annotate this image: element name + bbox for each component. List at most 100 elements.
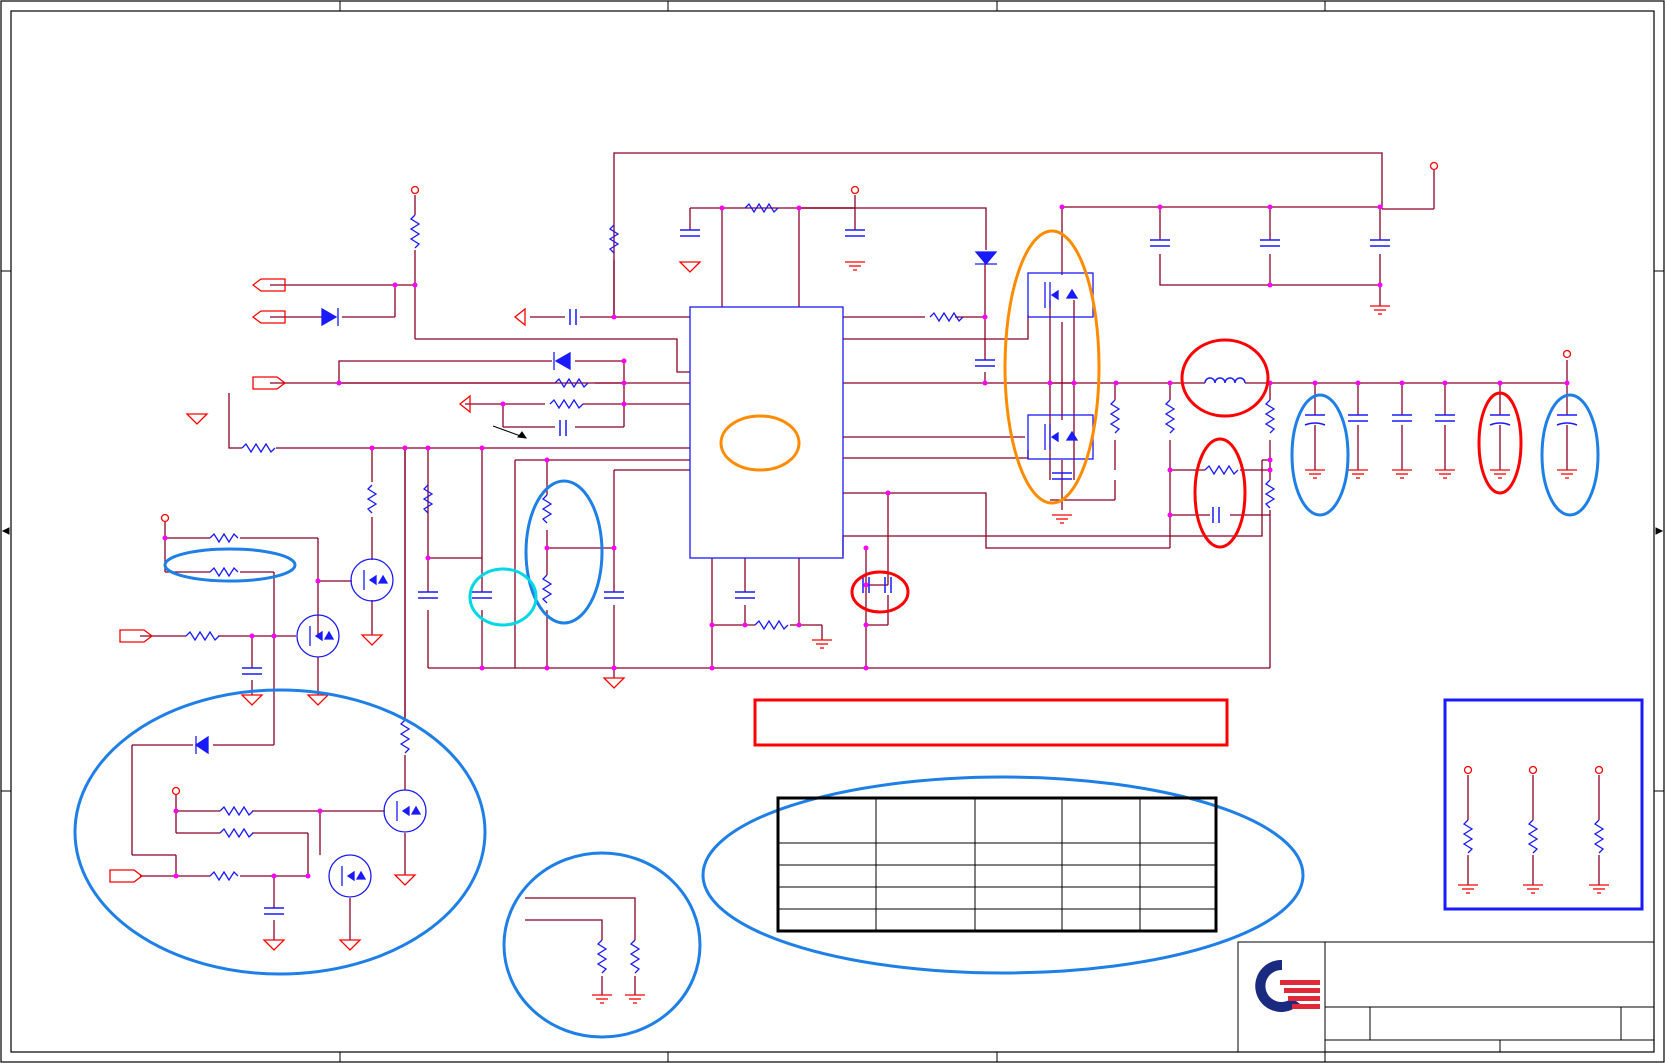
config-table	[776, 796, 1218, 933]
ground-symbol	[1490, 469, 1510, 479]
resistor-symbol	[209, 566, 239, 578]
resistor-symbol	[1593, 819, 1605, 854]
capacitor-symbol	[569, 309, 577, 325]
ground-symbol	[1435, 469, 1455, 479]
power-pin	[1463, 765, 1473, 775]
resistor-symbol	[754, 619, 789, 631]
ground-symbol	[1348, 469, 1368, 479]
resistor-symbol	[596, 939, 608, 974]
capacitor-symbol	[418, 591, 438, 599]
capacitor-symbol	[1212, 507, 1220, 523]
sheet-frame	[0, 0, 1665, 1063]
resistor-symbol	[541, 494, 553, 524]
ground-symbol	[1523, 884, 1543, 894]
high-side-mosfet	[1027, 272, 1094, 318]
highlight-orange-ic	[719, 414, 801, 472]
power-pin	[410, 185, 420, 195]
junctions	[162, 204, 1570, 879]
diode-symbol	[321, 307, 339, 327]
diode-symbol	[194, 735, 209, 755]
ground-symbol	[845, 261, 865, 271]
resistor-symbol	[409, 214, 421, 249]
offpage-connector	[109, 869, 144, 883]
resistor-symbol	[219, 827, 254, 839]
ground-symbol	[592, 994, 612, 1004]
low-side-mosfet	[1027, 414, 1094, 460]
capacitor-symbol	[845, 229, 865, 237]
inductor	[1204, 377, 1246, 384]
resistor-symbol	[241, 442, 276, 454]
ground-symbol	[306, 694, 330, 706]
resistor-symbol	[219, 805, 254, 817]
capacitor-symbol	[1392, 414, 1412, 422]
annotation-arrow	[492, 425, 528, 439]
company-logo-icon	[1255, 959, 1320, 1012]
power-pin	[1562, 349, 1572, 359]
resistor-symbol	[1264, 479, 1276, 509]
highlight-blue-mini-circuit	[502, 851, 702, 1039]
resistor-symbol	[1462, 819, 1474, 854]
ground-symbol	[240, 694, 264, 706]
power-pin	[850, 185, 860, 195]
capacitor-symbol	[604, 591, 624, 599]
ground-symbol	[1458, 884, 1478, 894]
diode-symbol	[553, 351, 571, 371]
capacitor-symbol	[472, 591, 492, 599]
capacitor-symbol	[1304, 414, 1326, 426]
resistor-symbol	[209, 532, 239, 544]
capacitor-symbol	[559, 420, 567, 436]
resistor-symbol	[185, 630, 220, 642]
capacitor-symbol	[264, 907, 284, 915]
controller-ic	[689, 306, 844, 559]
highlight-blue-resistor	[163, 547, 297, 583]
highlight-red-snubber	[1193, 437, 1247, 549]
highlight-cyan-cap	[468, 567, 538, 627]
ground-symbol	[625, 994, 645, 1004]
schematic-sheet	[0, 0, 1665, 1063]
resistor-symbol	[1164, 399, 1176, 434]
capacitor-symbol	[680, 229, 700, 237]
capacitor-symbol	[1370, 239, 1390, 247]
power-pin	[160, 513, 170, 523]
ground-symbol	[1305, 469, 1325, 479]
capacitors	[242, 229, 1578, 915]
capacitor-symbol	[1556, 414, 1578, 426]
ground-symbol	[262, 939, 286, 951]
ground-symbol	[1392, 469, 1412, 479]
offpage-connector	[513, 307, 526, 327]
resistor-symbol	[541, 574, 553, 604]
highlight-blue-mosfet-group	[73, 688, 487, 976]
capacitor-symbol	[975, 359, 995, 367]
ground-symbol	[360, 634, 384, 646]
mosfet-symbol	[328, 854, 372, 898]
resistors	[185, 202, 1605, 974]
highlight-red-cap	[850, 570, 910, 614]
ground-symbol	[338, 939, 362, 951]
mosfet-symbol	[350, 558, 394, 602]
resistor-symbol	[366, 484, 378, 514]
resistor-symbol	[1204, 464, 1239, 476]
ground-symbol	[185, 413, 209, 425]
capacitor-symbol	[1489, 414, 1511, 426]
ground-symbol	[1589, 884, 1609, 894]
highlight-red-inductor	[1180, 338, 1270, 418]
ground-symbol	[1370, 305, 1390, 315]
capacitor-symbol	[1348, 414, 1368, 422]
ground-symbol	[393, 874, 417, 886]
capacitor-symbol	[735, 591, 755, 599]
capacitor-symbol	[242, 667, 262, 675]
resistor-symbol	[399, 719, 411, 754]
highlight-blue-divider	[524, 479, 604, 625]
highlight-orange-mosfets	[1003, 229, 1101, 505]
highlight-blue-resistor-box	[1443, 698, 1644, 911]
resistor-symbol	[549, 398, 584, 410]
highlight-blue-outcap-2	[1540, 393, 1600, 517]
ground-symbol	[1557, 469, 1577, 479]
capacitor-symbol	[1150, 239, 1170, 247]
ground-symbol	[602, 677, 626, 689]
resistor-symbol	[1527, 819, 1539, 854]
mosfet-symbol	[383, 789, 427, 833]
power-pin	[171, 786, 181, 796]
highlight-red-note-box	[753, 698, 1229, 747]
diode-symbol	[974, 251, 998, 266]
